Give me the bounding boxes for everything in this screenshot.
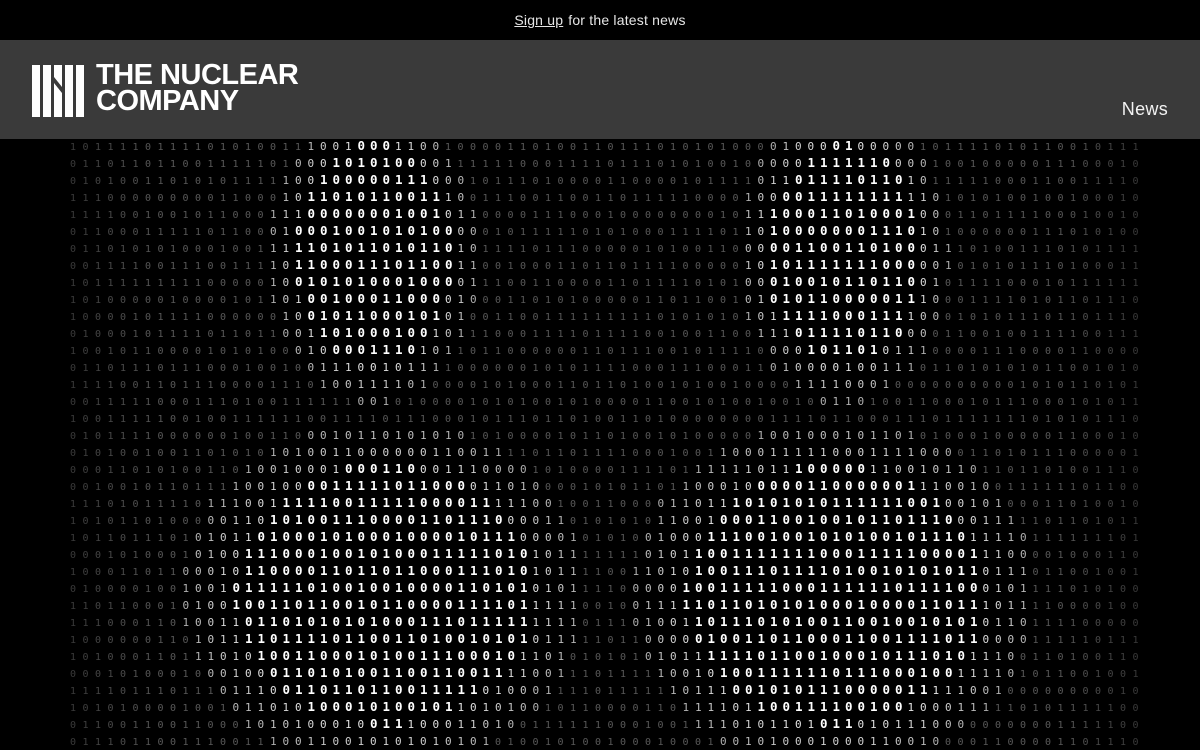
binary-row: 1011011101010110100010100010000101110000… <box>70 529 1139 544</box>
binary-row: 1010001101110101001100010100111000101101… <box>70 648 1139 663</box>
announcement-bar: Sign up for the latest news <box>0 0 1200 40</box>
logo-wordmark[interactable]: THE NUCLEAR COMPANY <box>96 61 299 117</box>
binary-pattern: 1011110111101010011100100011001000011010… <box>70 139 1139 748</box>
binary-row: 0101111000000100110001011010101010100001… <box>70 429 1139 442</box>
binary-row: 0110011001100010101000100111000110100111… <box>70 716 1139 731</box>
binary-row: 0010010110111100100001111101100001101000… <box>70 478 1139 493</box>
binary-row: 0011110011100111101100011101100110010001… <box>70 257 1139 272</box>
binary-row: 0101001101010111110010000011100010111010… <box>70 172 1139 187</box>
binary-row: 1001111100100111111001111011100010111011… <box>70 414 1139 425</box>
binary-row: 0100010111101101100110100010010111000111… <box>70 325 1139 340</box>
binary-row: 0001010001010011100010010100011111010101… <box>70 546 1139 561</box>
logo-mark-icon[interactable] <box>32 65 84 117</box>
binary-row: 1000110110001011000011011011000111010101… <box>70 563 1139 578</box>
logo-line-2: COMPANY <box>96 85 239 117</box>
binary-row: 1001011000010101000100001110101101100000… <box>70 342 1139 357</box>
binary-row: 0011111000111010011111100101000010101001… <box>70 395 1139 408</box>
binary-row: 1110000000001100010110101100111001110011… <box>70 189 1139 204</box>
binary-row: 0001101010011010010001000110001110000101… <box>70 461 1139 476</box>
binary-row: 0101001001101010101001100000011001111011… <box>70 446 1139 459</box>
binary-row: 1110101111011100111110011111000011111001… <box>70 495 1139 510</box>
binary-row: 0110101010001001111101011010110101111011… <box>70 240 1139 255</box>
binary-row: 0110111011100010010011100101111000000101… <box>70 361 1139 374</box>
announcement-text: for the latest news <box>568 12 686 28</box>
binary-row: 1111001001011000111000000010010110000111… <box>70 206 1139 221</box>
signup-link[interactable]: Sign up <box>514 12 563 28</box>
binary-row: 1000010111100000010010110001010100110011… <box>70 308 1139 323</box>
binary-row: 1010110100000110101001110000110111000011… <box>70 512 1139 527</box>
binary-row: 1111011101110111001101101100111110100011… <box>70 682 1139 697</box>
binary-row: 1000000110101111011110110011010010101011… <box>70 631 1139 646</box>
nav-news-link[interactable]: News <box>1122 99 1168 120</box>
binary-hero-image: 1011110111101010011100100011001000011010… <box>0 139 1200 750</box>
binary-row: 1111001101110000111010011110100001010001… <box>70 378 1139 391</box>
binary-row: 0110001111101100010001001010100000101111… <box>70 223 1139 238</box>
binary-row: 0111011001110011100110010101010101010010… <box>70 735 1139 748</box>
binary-row: 1010100001001011010100010100101101010010… <box>70 699 1139 714</box>
binary-row: 1011110111101010011100100011001000011010… <box>70 139 1139 153</box>
binary-row: 0110110110011111010001010100001111110001… <box>70 155 1139 170</box>
binary-row: 1110001101001101101010101000111011111111… <box>70 614 1139 629</box>
site-header: THE NUCLEAR COMPANY News <box>0 40 1200 139</box>
binary-row: 1010000010000101101001000110000100011010… <box>70 291 1139 306</box>
binary-row: 0001010001000100011010100110011001111001… <box>70 665 1139 680</box>
binary-row: 1011111111100000100101010001000011100110… <box>70 274 1139 289</box>
binary-row: 1101100010100100110110010110000111101111… <box>70 597 1139 612</box>
binary-row: 0100001001001011111010010010000110101010… <box>70 580 1139 595</box>
